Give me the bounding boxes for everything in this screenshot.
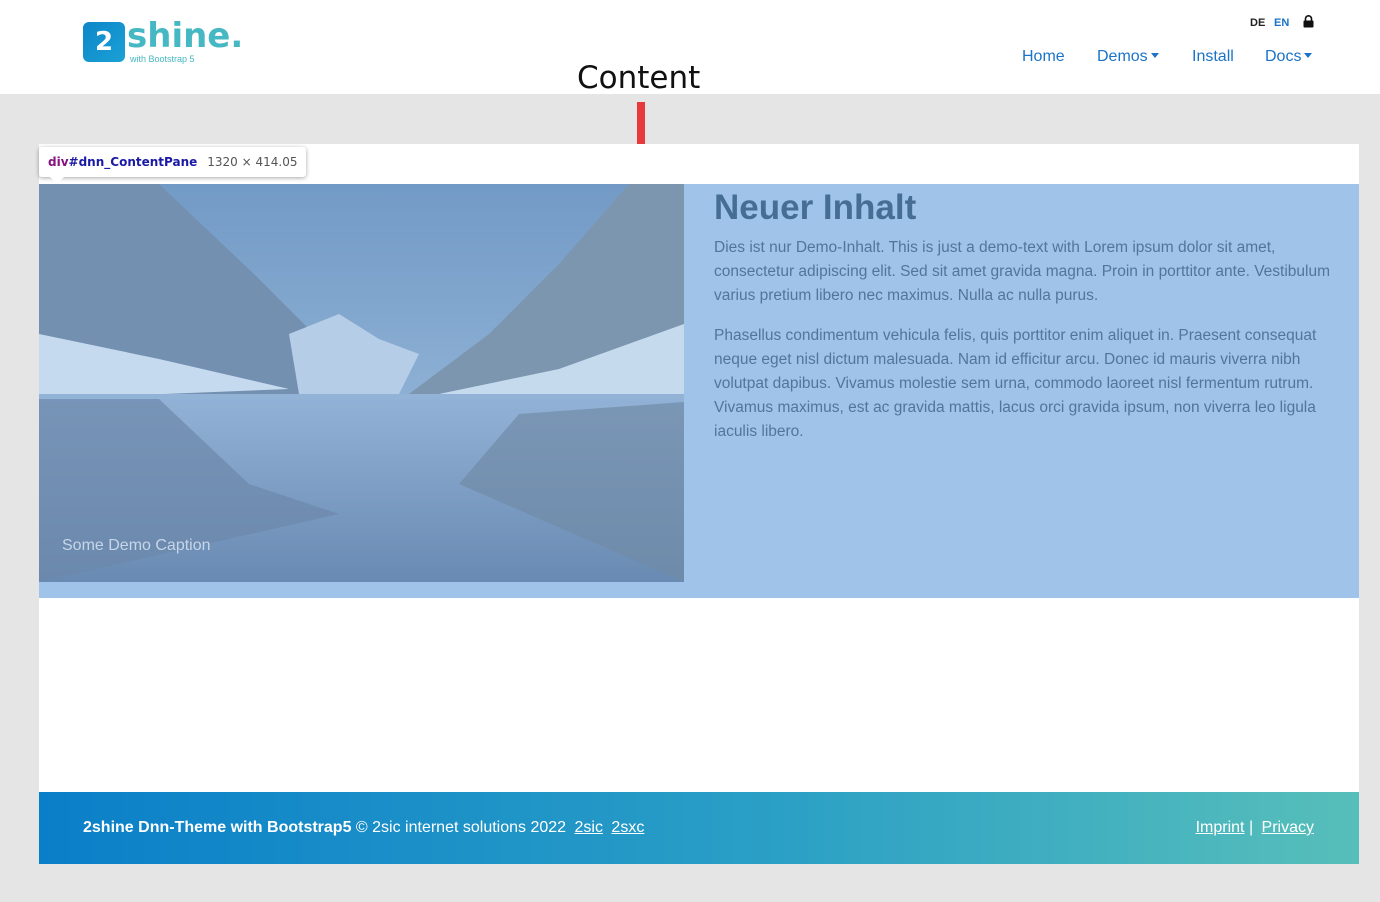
site-logo[interactable]: 2 shine. with Bootstrap 5: [83, 16, 263, 66]
logo-wordmark: shine.: [127, 16, 244, 56]
tooltip-id: #dnn_ContentPane: [68, 155, 198, 169]
language-en-link[interactable]: EN: [1274, 17, 1289, 29]
logo-mark: 2: [83, 22, 125, 62]
image-caption: Some Demo Caption: [62, 537, 211, 554]
lock-icon[interactable]: [1303, 15, 1314, 28]
nav-home[interactable]: Home: [1022, 48, 1065, 66]
footer-right: Imprint | Privacy: [1192, 819, 1314, 837]
nav-docs-label: Docs: [1265, 48, 1302, 65]
article-paragraph: Phasellus condimentum vehicula felis, qu…: [714, 327, 1317, 440]
annotation-label: Content: [577, 60, 701, 96]
article: Neuer Inhalt Dies ist nur Demo-Inhalt. T…: [714, 184, 1354, 444]
content-pane: Some Demo Caption Neuer Inhalt Dies ist …: [39, 184, 1359, 598]
footer-link-2sic[interactable]: 2sic: [575, 819, 603, 836]
footer-left: 2shine Dnn-Theme with Bootstrap5 © 2sic …: [83, 819, 644, 837]
tooltip-tail: [50, 177, 64, 184]
footer-link-2sxc[interactable]: 2sxc: [611, 819, 644, 836]
nav-demos[interactable]: Demos: [1097, 48, 1159, 66]
language-de-link[interactable]: DE: [1250, 17, 1265, 29]
tooltip-selector: div#dnn_ContentPane: [48, 155, 197, 169]
footer-separator: |: [1248, 819, 1254, 836]
nav-docs[interactable]: Docs: [1265, 48, 1313, 66]
chevron-down-icon: [1304, 53, 1313, 58]
logo-subtitle: with Bootstrap 5: [130, 54, 195, 64]
hero-image: [39, 184, 684, 582]
nav-demos-label: Demos: [1097, 48, 1148, 65]
devtools-element-tooltip: div#dnn_ContentPane 1320 × 414.05: [39, 147, 307, 177]
tooltip-tag: div: [48, 155, 69, 169]
article-paragraph: Dies ist nur Demo-Inhalt. This is just a…: [714, 239, 1331, 304]
footer-link-imprint[interactable]: Imprint: [1196, 819, 1245, 836]
nav-install-label: Install: [1192, 48, 1234, 65]
footer-copyright: © 2sic internet solutions 2022: [355, 819, 567, 836]
article-title: Neuer Inhalt: [714, 188, 917, 227]
tooltip-size: 1320 × 414.05: [207, 155, 298, 169]
site-footer: 2shine Dnn-Theme with Bootstrap5 © 2sic …: [39, 792, 1359, 864]
nav-home-label: Home: [1022, 48, 1065, 65]
footer-link-privacy[interactable]: Privacy: [1262, 819, 1314, 836]
chevron-down-icon: [1150, 53, 1159, 58]
nav-install[interactable]: Install: [1192, 48, 1234, 66]
footer-brand: 2shine Dnn-Theme with Bootstrap5: [83, 819, 352, 836]
